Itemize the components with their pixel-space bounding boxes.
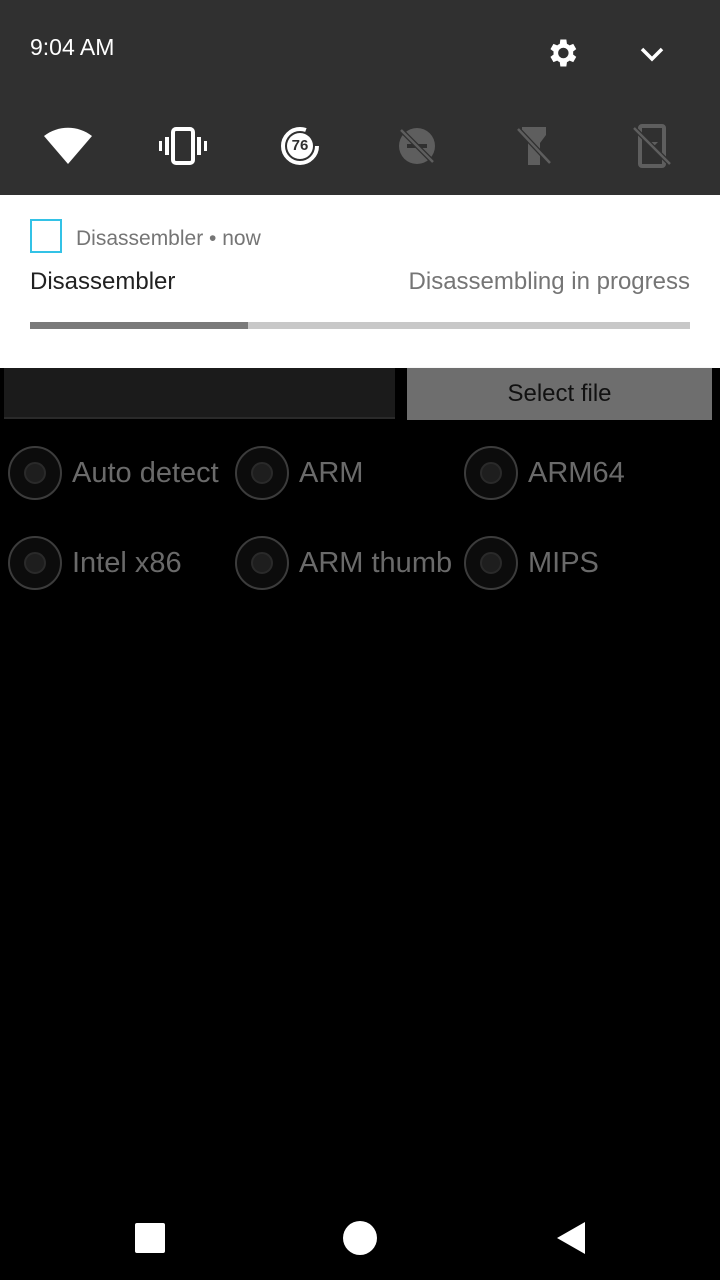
vibrate-tile[interactable] <box>155 118 211 174</box>
notification-app-name: Disassembler <box>76 227 204 250</box>
chevron-down-icon[interactable] <box>636 40 668 68</box>
rotation-lock-icon <box>632 124 672 168</box>
radio-label: Intel x86 <box>72 546 182 579</box>
quick-settings-shade: 9:04 AM 76 <box>0 0 720 195</box>
radio-label: MIPS <box>528 546 599 579</box>
recents-icon[interactable] <box>128 1216 172 1260</box>
vibrate-icon <box>159 126 207 166</box>
radio-arm64[interactable]: ARM64 <box>464 442 625 504</box>
settings-icon[interactable] <box>544 35 580 71</box>
radio-button-icon <box>8 446 62 500</box>
notification-time: now <box>222 227 261 250</box>
radio-button-icon <box>464 446 518 500</box>
radio-button-icon <box>464 536 518 590</box>
notification-header: Disassembler • now <box>76 227 261 251</box>
quick-settings-tiles: 76 <box>0 118 720 174</box>
separator-dot: • <box>209 227 223 250</box>
battery-saver-icon: 76 <box>280 126 320 166</box>
radio-label: Auto detect <box>72 456 219 489</box>
back-icon[interactable] <box>549 1216 593 1260</box>
wifi-tile[interactable] <box>40 118 96 174</box>
battery-level: 76 <box>291 137 309 154</box>
battery-tile[interactable]: 76 <box>272 118 328 174</box>
file-path-input[interactable] <box>4 368 395 419</box>
flashlight-off-icon <box>516 125 552 167</box>
radio-label: ARM thumb <box>299 546 453 579</box>
navigation-bar <box>0 1196 720 1280</box>
data-saver-tile[interactable] <box>389 118 445 174</box>
radio-button-icon <box>8 536 62 590</box>
progress-bar <box>30 322 690 329</box>
architecture-row-2: Intel x86 ARM thumb MIPS <box>0 532 720 594</box>
notification-title: Disassembler <box>30 268 176 295</box>
radio-button-icon <box>235 446 289 500</box>
radio-auto-detect[interactable]: Auto detect <box>8 442 219 504</box>
app-notification-icon <box>30 219 62 253</box>
progress-bar-fill <box>30 322 248 329</box>
home-icon[interactable] <box>338 1216 382 1260</box>
select-file-button[interactable]: Select file <box>407 368 712 420</box>
radio-label: ARM <box>299 456 364 489</box>
flashlight-tile[interactable] <box>506 118 562 174</box>
clock: 9:04 AM <box>30 34 115 60</box>
notification-text: Disassembling in progress <box>408 268 690 295</box>
architecture-row-1: Auto detect ARM ARM64 <box>0 442 720 504</box>
data-saver-off-icon <box>396 125 438 167</box>
radio-intel-x86[interactable]: Intel x86 <box>8 532 182 594</box>
rotation-tile[interactable] <box>624 118 680 174</box>
radio-label: ARM64 <box>528 456 625 489</box>
radio-button-icon <box>235 536 289 590</box>
radio-arm-thumb[interactable]: ARM thumb <box>235 532 452 594</box>
radio-mips[interactable]: MIPS <box>464 532 599 594</box>
radio-arm[interactable]: ARM <box>235 442 363 504</box>
wifi-icon <box>42 126 94 166</box>
